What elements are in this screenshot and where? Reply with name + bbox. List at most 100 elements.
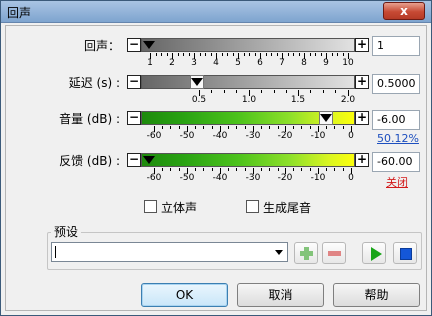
delay-slider-thumb-box[interactable] [190,75,204,89]
volume-slider-thumb-box[interactable] [319,111,333,125]
scale-minor-tick [269,168,270,171]
scale-minor-tick [335,90,336,93]
volume-percent-link[interactable]: 50.12% [377,132,419,145]
scale-minor-tick [293,168,294,171]
stereo-checkbox[interactable] [144,200,157,213]
scale-minor-tick [271,53,272,56]
scale-minor-tick [321,53,322,56]
volume-decrease-button[interactable]: − [127,111,141,125]
scale-minor-tick [227,53,228,56]
scale-minor-tick [293,126,294,129]
cancel-button[interactable]: 取消 [237,283,324,307]
scale-tick-label: -20 [277,131,293,141]
window-title: 回声 [7,6,32,20]
echo-count-label: 回声： [83,39,120,53]
feedback-input[interactable]: -60.00 [372,152,420,172]
scale-minor-tick [195,168,196,171]
delay-label: 延迟 (s) : [68,76,120,90]
feedback-increase-button[interactable]: + [355,153,369,167]
scale-tick-label: 1.5 [290,95,306,105]
scale-minor-tick [156,53,157,56]
scale-minor-tick [266,53,267,56]
scale-tick-label: 6 [257,58,263,68]
scale-minor-tick [167,53,168,56]
feedback-decrease-button[interactable]: − [127,153,141,167]
scale-minor-tick [274,90,275,93]
scale-minor-tick [222,53,223,56]
scale-tick-label: -60 [146,131,162,141]
add-preset-button[interactable] [294,242,318,264]
scale-minor-tick [249,53,250,56]
scale-minor-tick [334,126,335,129]
scale-minor-tick [236,90,237,93]
chevron-down-icon[interactable] [272,244,286,260]
volume-slider-thumb[interactable] [320,114,332,122]
scale-minor-tick [162,126,163,129]
scale-minor-tick [323,90,324,93]
close-button[interactable]: x [383,2,425,20]
scale-minor-tick [179,168,180,171]
scale-minor-tick [326,126,327,129]
delay-slider-thumb[interactable] [191,78,203,86]
delay-slider[interactable] [141,75,355,89]
scale-minor-tick [200,53,201,56]
remove-preset-button[interactable] [322,242,346,264]
stop-button[interactable] [393,242,417,264]
scale-minor-tick [245,168,246,171]
volume-input[interactable]: -6.00 [372,110,420,130]
preset-combobox[interactable] [51,242,288,262]
scale-minor-tick [236,126,237,129]
feedback-slider-thumb[interactable] [143,156,155,164]
scale-tick-label: 10 [342,58,354,68]
delay-input[interactable]: 0.5000 [372,74,420,94]
echo-count-increase-button[interactable]: + [355,38,369,52]
scale-minor-tick [244,53,245,56]
preset-text-cursor [55,246,56,258]
scale-tick-label: 8 [301,58,307,68]
scale-minor-tick [343,53,344,56]
delay-decrease-button[interactable]: − [127,75,141,89]
feedback-label: 反馈 (dB) : [59,154,120,168]
play-button[interactable] [362,242,386,264]
scale-minor-tick [224,90,225,93]
scale-tick-label: 9 [323,58,329,68]
tail-checkbox[interactable] [246,200,259,213]
scale-minor-tick [343,168,344,171]
dialog-body: 回声： − + 1 2 3 4 5 6 7 8 9 10 1 延迟 (s) : − + 0.5 1.… [5,25,427,311]
scale-minor-tick [236,168,237,171]
scale-minor-tick [337,53,338,56]
scale-minor-tick [269,126,270,129]
scale-minor-tick [228,126,229,129]
delay-increase-button[interactable]: + [355,75,369,89]
scale-minor-tick [261,168,262,171]
scale-tick-label: 0 [348,131,354,141]
feedback-off-link[interactable]: 关闭 [386,174,408,190]
scale-tick-label: -50 [179,131,195,141]
volume-label: 音量 (dB) : [59,112,120,126]
preset-label: 预设 [51,223,82,240]
scale-minor-tick [189,53,190,56]
scale-minor-tick [278,126,279,129]
scale-minor-tick [288,53,289,56]
scale-tick-label: -30 [245,173,261,183]
feedback-slider[interactable] [141,153,355,167]
volume-increase-button[interactable]: + [355,111,369,125]
scale-minor-tick [170,126,171,129]
scale-minor-tick [179,126,180,129]
scale-tick-label: 0.5 [191,95,207,105]
echo-count-slider-thumb[interactable] [143,41,155,49]
scale-minor-tick [332,53,333,56]
scale-tick-label: -10 [310,173,326,183]
scale-minor-tick [212,168,213,171]
echo-count-input[interactable]: 1 [372,36,420,56]
echo-count-decrease-button[interactable]: − [127,38,141,52]
echo-count-slider[interactable] [141,38,355,52]
scale-minor-tick [326,168,327,171]
scale-minor-tick [245,126,246,129]
ok-button[interactable]: OK [141,283,228,307]
scale-tick-label: 4 [213,58,219,68]
scale-minor-tick [261,90,262,93]
scale-tick-label: -50 [179,173,195,183]
scale-minor-tick [343,126,344,129]
help-button[interactable]: 帮助 [333,283,420,307]
